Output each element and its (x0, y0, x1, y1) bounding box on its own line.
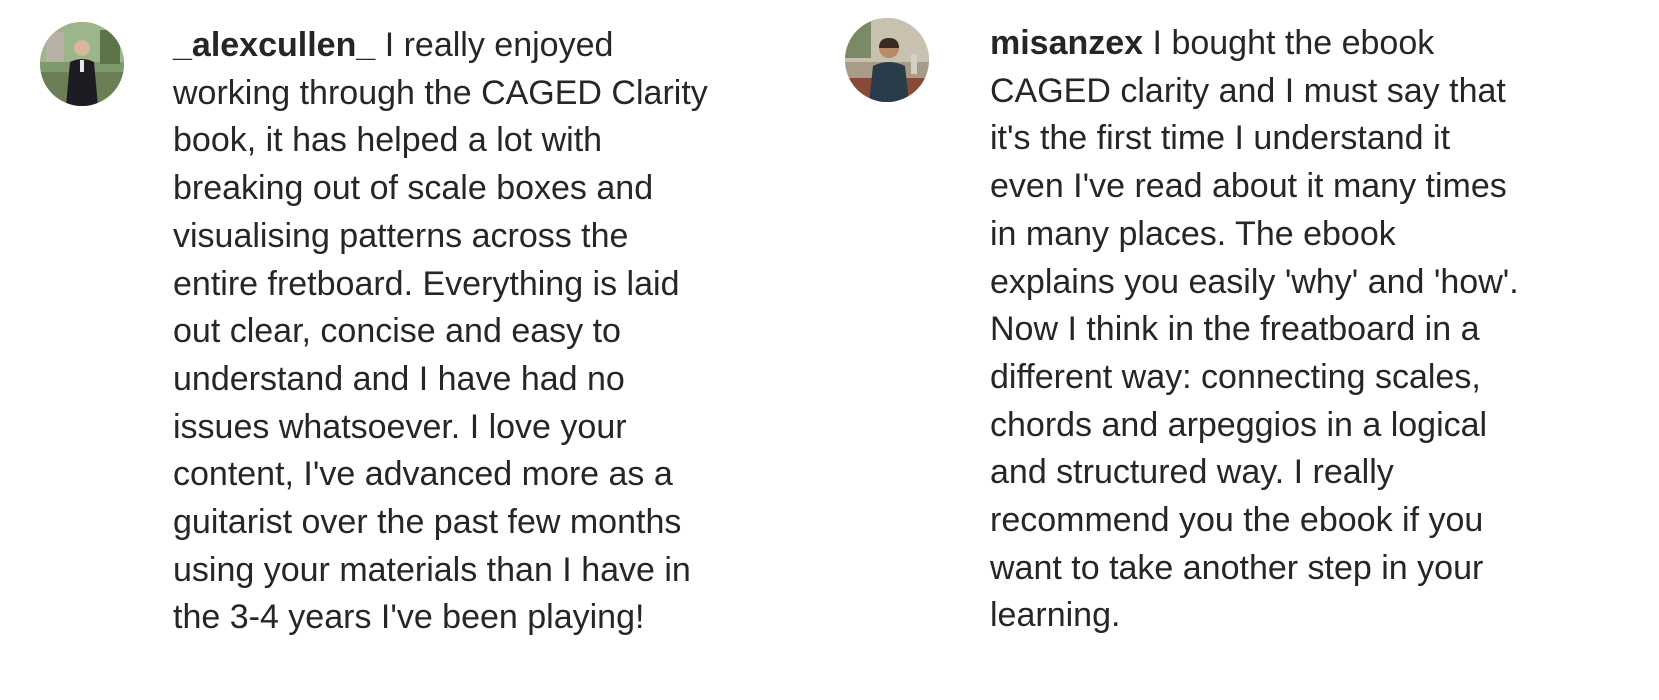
comment-first-line: _alexcullen_ I really enjoyed (173, 22, 773, 70)
comment-misanzex: misanzex I bought the ebook CAGED clarit… (800, 0, 1659, 700)
comment-body: misanzex I bought the ebook CAGED clarit… (990, 20, 1620, 640)
comment-text-line: Now I think in the freatboard in a (990, 310, 1480, 349)
comment-text-line: different way: connecting scales, (990, 357, 1481, 396)
comment-text-line: CAGED clarity and I must say that (990, 71, 1506, 110)
comment-text-line: I really enjoyed (384, 26, 614, 64)
username-link[interactable]: _alexcullen_ (173, 26, 375, 64)
comment-text-line: recommend you the ebook if you (990, 501, 1484, 540)
avatar-photo-icon (40, 22, 124, 106)
comment-text-line: working through the CAGED Clarity (173, 73, 708, 112)
avatar-photo-icon (845, 18, 929, 102)
avatar[interactable] (845, 18, 929, 102)
comment-text-line: visualising patterns across the (173, 216, 629, 255)
comment-text-line: want to take another step in your (990, 548, 1484, 587)
comment-text-line: even I've read about it many times (990, 167, 1507, 206)
comment-text-line: understand and I have had no (173, 359, 625, 398)
comment-text-line: book, it has helped a lot with (173, 121, 603, 160)
comment-text-line: I bought the ebook (1152, 24, 1435, 62)
avatar[interactable] (40, 22, 124, 106)
comment-text-line: in many places. The ebook (990, 214, 1396, 253)
comment-text-line: content, I've advanced more as a (173, 455, 673, 494)
comment-text-line: it's the first time I understand it (990, 119, 1451, 158)
comment-alexcullen: _alexcullen_ I really enjoyed working th… (0, 0, 800, 700)
comment-first-line: misanzex I bought the ebook (990, 20, 1620, 68)
comment-text-line: explains you easily 'why' and 'how'. (990, 262, 1519, 301)
comment-text-line: and structured way. I really (990, 453, 1394, 492)
comment-text-line: breaking out of scale boxes and (173, 169, 654, 208)
comment-text-line: out clear, concise and easy to (173, 312, 621, 351)
comment-text-line: using your materials than I have in (173, 550, 691, 589)
comment-text-line: entire fretboard. Everything is laid (173, 264, 680, 303)
username-link[interactable]: misanzex (990, 24, 1143, 62)
comment-text-line: learning. (990, 596, 1121, 635)
comment-text-line: chords and arpeggios in a logical (990, 405, 1488, 444)
comment-text-line: issues whatsoever. I love your (173, 407, 627, 446)
comment-body: _alexcullen_ I really enjoyed working th… (173, 22, 773, 642)
comment-text-line: guitarist over the past few months (173, 503, 682, 542)
comment-text-line: the 3-4 years I've been playing! (173, 598, 645, 637)
